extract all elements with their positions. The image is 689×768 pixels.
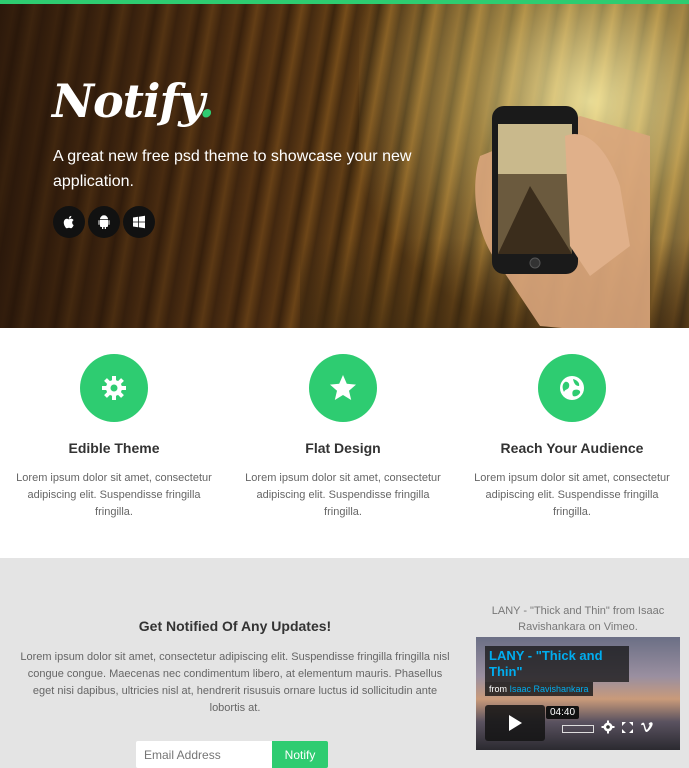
video-progress-bar[interactable]: [562, 725, 594, 733]
features-section: Edible Theme Lorem ipsum dolor sit amet,…: [0, 328, 689, 558]
hero-tagline: A great new free psd theme to showcase y…: [53, 148, 412, 190]
gear-icon: [102, 376, 126, 400]
feature-card: Flat Design Lorem ipsum dolor sit amet, …: [238, 354, 448, 521]
windows-icon: [133, 215, 145, 229]
video-byline: from Isaac Ravishankara: [485, 682, 593, 696]
feature-text: Lorem ipsum dolor sit amet, consectetur …: [245, 472, 441, 518]
signup-section: Get Notified Of Any Updates! Lorem ipsum…: [0, 558, 689, 768]
star-icon: [330, 375, 356, 400]
globe-icon: [560, 376, 584, 400]
feature-text: Lorem ipsum dolor sit amet, consectetur …: [474, 472, 670, 518]
platform-buttons: [53, 206, 155, 238]
feature-icon-circle: [538, 354, 606, 422]
android-icon: [98, 215, 110, 229]
apple-icon: [63, 215, 74, 229]
play-button[interactable]: [485, 705, 545, 741]
logo-dot: .: [198, 74, 215, 128]
apple-store-button[interactable]: [53, 206, 85, 238]
feature-text: Lorem ipsum dolor sit amet, consectetur …: [16, 472, 212, 518]
email-field[interactable]: [136, 741, 272, 768]
feature-title: Reach Your Audience: [500, 440, 644, 456]
play-icon: [509, 715, 522, 731]
vimeo-logo-icon[interactable]: [640, 721, 654, 733]
phone-in-hand-illustration: [475, 106, 650, 328]
video-title[interactable]: LANY - "Thick and Thin": [485, 646, 629, 682]
settings-icon[interactable]: [601, 720, 615, 734]
video-caption[interactable]: LANY - "Thick and Thin" from Isaac Ravis…: [476, 603, 680, 635]
logo[interactable]: Notify.: [52, 74, 215, 128]
vimeo-player[interactable]: LANY - "Thick and Thin" from Isaac Ravis…: [476, 637, 680, 750]
feature-icon-circle: [309, 354, 377, 422]
logo-text: Notify: [52, 74, 200, 128]
feature-title: Edible Theme: [68, 440, 160, 456]
feature-card: Edible Theme Lorem ipsum dolor sit amet,…: [9, 354, 219, 521]
notify-button[interactable]: Notify: [272, 741, 328, 768]
signup-description: Lorem ipsum dolor sit amet, consectetur …: [20, 651, 450, 714]
video-from-label: from: [489, 684, 507, 694]
windows-store-button[interactable]: [123, 206, 155, 238]
fullscreen-icon[interactable]: [621, 721, 634, 734]
video-controls: [601, 720, 654, 734]
hero-banner: Notify. A great new free psd theme to sh…: [0, 4, 689, 328]
signup-form: Notify: [136, 741, 328, 768]
video-author-link[interactable]: Isaac Ravishankara: [510, 684, 589, 694]
android-store-button[interactable]: [88, 206, 120, 238]
feature-title: Flat Design: [305, 440, 381, 456]
video-duration: 04:40: [546, 706, 580, 719]
signup-title: Get Notified Of Any Updates!: [138, 618, 332, 634]
feature-icon-circle: [80, 354, 148, 422]
feature-card: Reach Your Audience Lorem ipsum dolor si…: [467, 354, 677, 521]
